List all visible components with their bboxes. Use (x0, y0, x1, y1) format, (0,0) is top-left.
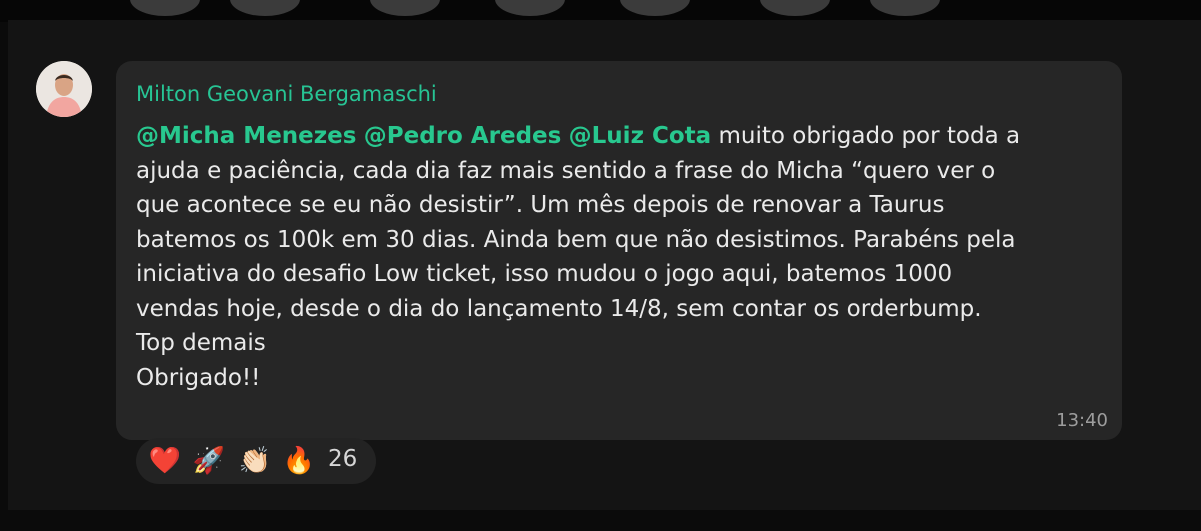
mention-link[interactable]: @Pedro Aredes (364, 123, 562, 149)
message-line: ajuda e paciência, cada dia faz mais sen… (136, 157, 996, 184)
clap-icon[interactable]: 👏🏻 (238, 444, 272, 478)
message-line: iniciativa do desafio Low ticket, isso m… (136, 261, 953, 287)
mention-link[interactable]: @Luiz Cota (569, 123, 712, 149)
message-text: @Micha Menezes @Pedro Aredes @Luiz Cota … (136, 119, 1116, 395)
mention-link[interactable]: @Micha Menezes (136, 123, 356, 149)
avatar[interactable] (36, 61, 92, 117)
message-line: vendas hoje, desde o dia do lançamento 1… (136, 295, 982, 322)
message-line: Obrigado!! (136, 364, 261, 391)
message-line: @Micha Menezes @Pedro Aredes @Luiz Cota … (136, 119, 1116, 154)
person-silhouette (760, 0, 830, 16)
top-image-strip (0, 0, 1201, 22)
person-silhouette (495, 0, 565, 16)
message-line: Top demais (136, 330, 266, 356)
reaction-count[interactable]: 26 (328, 446, 357, 472)
rocket-icon[interactable]: 🚀 (192, 444, 226, 478)
message-text-segment: muito obrigado por toda a (718, 123, 1021, 149)
user-avatar-icon (36, 61, 92, 117)
sender-name[interactable]: Milton Geovani Bergamaschi (136, 82, 437, 106)
person-silhouette (620, 0, 690, 16)
heart-icon[interactable]: ❤️ (148, 444, 182, 478)
person-silhouette (130, 0, 200, 16)
fire-icon[interactable]: 🔥 (282, 444, 316, 478)
message-timestamp: 13:40 (1056, 410, 1108, 431)
message-line: que acontece se eu não desistir”. Um mês… (136, 192, 945, 218)
person-silhouette (370, 0, 440, 16)
message-line: batemos os 100k em 30 dias. Ainda bem qu… (136, 226, 1016, 253)
person-silhouette (870, 0, 940, 16)
person-silhouette (230, 0, 300, 16)
reactions-bar[interactable]: ❤️ 🚀 👏🏻 🔥 26 (136, 438, 376, 484)
